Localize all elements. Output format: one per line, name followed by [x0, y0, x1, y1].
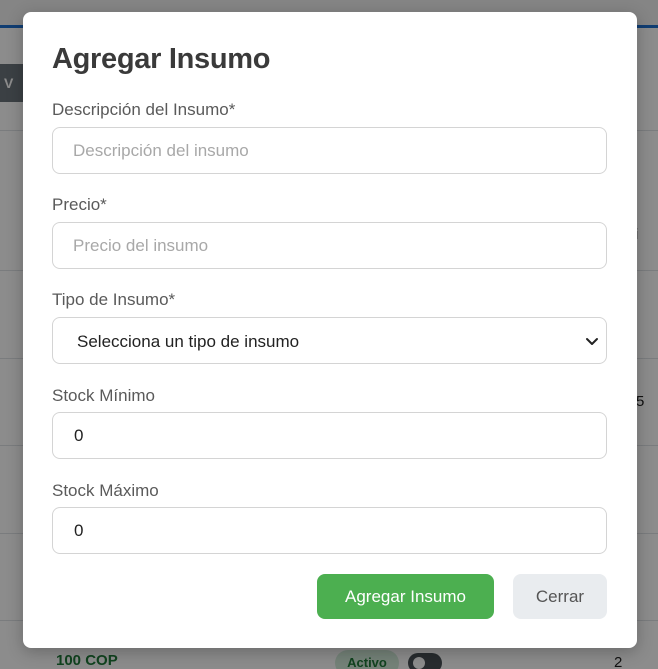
- price-input[interactable]: [52, 222, 607, 269]
- supply-type-label: Tipo de Insumo*: [52, 290, 176, 309]
- stock-min-label: Stock Mínimo: [52, 386, 155, 405]
- price-label: Precio*: [52, 195, 107, 214]
- add-supply-button[interactable]: Agregar Insumo: [317, 574, 494, 619]
- supply-type-selected-value: Selecciona un tipo de insumo: [77, 332, 300, 351]
- add-supply-modal: Agregar Insumo Descripción del Insumo* P…: [23, 12, 637, 648]
- chevron-down-icon: [586, 338, 598, 345]
- close-button[interactable]: Cerrar: [513, 574, 607, 619]
- stock-max-label: Stock Máximo: [52, 481, 159, 500]
- stock-min-input[interactable]: [52, 412, 607, 459]
- supply-type-select[interactable]: Selecciona un tipo de insumo: [52, 317, 607, 364]
- description-input[interactable]: [52, 127, 607, 174]
- modal-title: Agregar Insumo: [52, 43, 271, 75]
- description-label: Descripción del Insumo*: [52, 100, 236, 119]
- stock-max-input[interactable]: [52, 507, 607, 554]
